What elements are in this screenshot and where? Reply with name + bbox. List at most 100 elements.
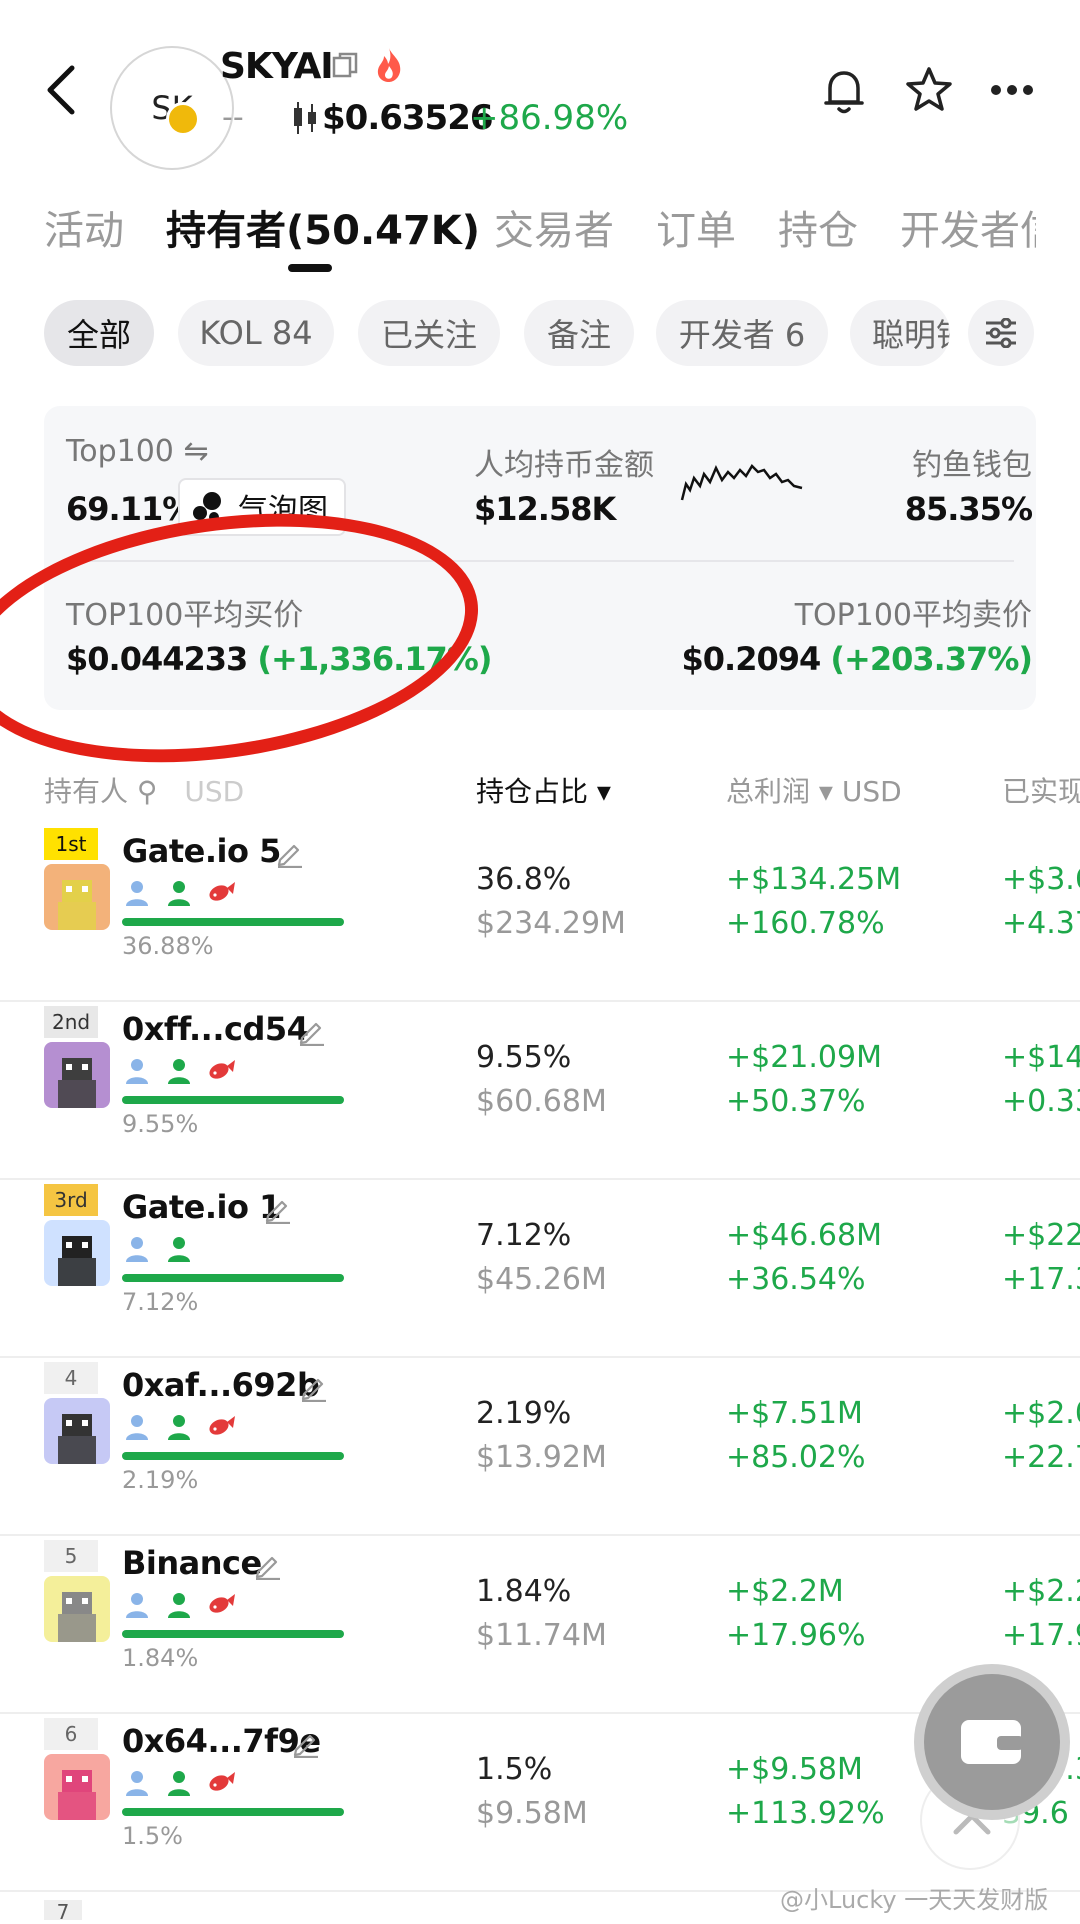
- user-green-icon: [168, 881, 190, 906]
- holder-tags: [122, 1412, 236, 1444]
- realized-profit: +$2.2: [1002, 1574, 1080, 1609]
- phishing-wallet-label: 钓鱼钱包: [912, 448, 1032, 483]
- holding-amount: $234.29M: [476, 906, 626, 941]
- total-profit-percent: +17.96%: [726, 1618, 866, 1653]
- holding-bar: [122, 1630, 344, 1638]
- usd-toggle[interactable]: USD: [184, 775, 244, 808]
- holder-name[interactable]: Binance: [122, 1544, 262, 1582]
- token-name: SKYAI: [220, 46, 334, 87]
- tab-traders[interactable]: 交易者: [494, 198, 614, 256]
- holder-row[interactable]: 5 Binance 1.84% 1.84% $11.74M +$2.2M +17…: [0, 1534, 1080, 1714]
- user-icon: [126, 1771, 148, 1796]
- holder-tags: [122, 878, 236, 910]
- holding-amount: $60.68M: [476, 1084, 607, 1119]
- user-green-icon: [168, 1593, 190, 1618]
- col-holder[interactable]: 持有人 ⚲ USD: [44, 770, 244, 810]
- holder-row[interactable]: 2nd 0xff...cd54 9.55% 9.55% $60.68M +$21…: [0, 1000, 1080, 1180]
- user-green-icon: [168, 1771, 190, 1796]
- fish-icon: [209, 1772, 235, 1791]
- col-share[interactable]: 持仓占比 ▾: [476, 770, 611, 810]
- edit-pencil-icon[interactable]: [296, 1016, 326, 1046]
- fish-icon: [209, 1060, 235, 1079]
- realized-profit-percent: +0.33: [1002, 1084, 1080, 1119]
- holder-avatar: [44, 1042, 110, 1108]
- chip-all[interactable]: 全部: [44, 300, 154, 366]
- sort-down-icon: ▾: [818, 775, 833, 808]
- holder-tags: [122, 1234, 194, 1266]
- top100-value: 69.11%: [66, 490, 194, 528]
- chip-followed[interactable]: 已关注: [358, 300, 500, 366]
- avg-hold-value: $12.58K: [474, 490, 616, 528]
- edit-pencil-icon[interactable]: [274, 838, 304, 868]
- holding-percent-sub: 7.12%: [122, 1288, 199, 1316]
- copy-icon[interactable]: [332, 52, 358, 78]
- holder-row[interactable]: 1st Gate.io 5 36.88% 36.8% $234.29M +$13…: [0, 822, 1080, 1002]
- bell-icon[interactable]: [822, 66, 866, 116]
- star-icon[interactable]: [906, 66, 952, 112]
- filter-icon[interactable]: ⚲: [137, 775, 158, 808]
- col-profit[interactable]: 总利润 ▾ USD: [726, 770, 902, 810]
- holding-share: 9.55%: [476, 1040, 572, 1075]
- more-icon[interactable]: [990, 84, 1034, 96]
- holding-percent-sub: 1.84%: [122, 1644, 199, 1672]
- price-symbol: $: [322, 98, 346, 138]
- fire-icon: [377, 48, 401, 82]
- holding-percent-sub: 1.5%: [122, 1822, 183, 1850]
- holder-row[interactable]: 4 0xaf...692b 2.19% 2.19% $13.92M +$7.51…: [0, 1356, 1080, 1536]
- tab-activity[interactable]: 活动: [44, 198, 124, 256]
- tab-orders[interactable]: 订单: [656, 198, 736, 256]
- pixel-avatar-icon: [58, 1592, 96, 1642]
- candlestick-icon: [294, 102, 316, 134]
- tab-developer[interactable]: 开发者信: [900, 198, 1036, 254]
- chip-developer[interactable]: 开发者 6: [656, 300, 828, 366]
- fish-icon: [209, 882, 235, 901]
- pixel-avatar-icon: [58, 1236, 96, 1286]
- tab-positions[interactable]: 持仓: [778, 198, 858, 256]
- total-profit-percent: +50.37%: [726, 1084, 866, 1119]
- holding-bar: [122, 1808, 344, 1816]
- edit-pencil-icon[interactable]: [262, 1194, 292, 1224]
- pixel-avatar-icon: [58, 880, 96, 930]
- holder-name[interactable]: Gate.io 1: [122, 1188, 281, 1226]
- holder-avatar: [44, 1754, 110, 1820]
- rank-badge: 3rd: [44, 1184, 98, 1216]
- holder-name[interactable]: 0xff...cd54: [122, 1010, 309, 1048]
- edit-pencil-icon[interactable]: [252, 1550, 282, 1580]
- holder-name[interactable]: 0xaf...692b: [122, 1366, 320, 1404]
- wallet-fab[interactable]: [914, 1664, 1070, 1820]
- realized-profit-percent: +17.98: [1002, 1618, 1080, 1653]
- realized-profit: +$2.0: [1002, 1396, 1080, 1431]
- realized-profit: +$22: [1002, 1218, 1080, 1253]
- user-green-icon: [168, 1059, 190, 1084]
- tab-holders[interactable]: 持有者(50.47K): [166, 198, 480, 256]
- edit-pencil-icon[interactable]: [290, 1728, 320, 1758]
- chip-smart-money[interactable]: 聪明钱: [850, 300, 950, 366]
- rank-badge: 6: [44, 1718, 98, 1750]
- back-arrow-icon[interactable]: [42, 62, 82, 118]
- realized-profit-percent: +22.7: [1002, 1440, 1080, 1475]
- total-profit: +$9.58M: [726, 1752, 863, 1787]
- col-realized[interactable]: 已实现: [1002, 770, 1080, 810]
- chip-kol[interactable]: KOL 84: [178, 300, 334, 366]
- sliders-icon: [986, 318, 1016, 348]
- filter-button[interactable]: [968, 300, 1034, 366]
- total-profit-percent: +36.54%: [726, 1262, 866, 1297]
- rank-badge: 2nd: [44, 1006, 99, 1038]
- user-icon: [126, 1059, 148, 1084]
- user-icon: [126, 1415, 148, 1440]
- realized-profit: +$142: [1002, 1040, 1080, 1075]
- holder-name[interactable]: Gate.io 5: [122, 832, 281, 870]
- user-icon: [126, 1593, 148, 1618]
- holder-tags: [122, 1768, 236, 1800]
- holder-row[interactable]: 3rd Gate.io 1 7.12% 7.12% $45.26M +$46.6…: [0, 1178, 1080, 1358]
- edit-pencil-icon[interactable]: [298, 1372, 328, 1402]
- holding-amount: $13.92M: [476, 1440, 607, 1475]
- sub-dash: --: [222, 100, 244, 135]
- swap-icon[interactable]: ⇋: [183, 434, 208, 469]
- total-profit: +$21.09M: [726, 1040, 882, 1075]
- avg-sell-value: $0.2094: [681, 640, 822, 678]
- chip-notes[interactable]: 备注: [524, 300, 634, 366]
- avg-hold-label: 人均持币金额: [474, 448, 654, 483]
- avg-sell-change: (+203.37%): [830, 640, 1033, 678]
- total-profit: +$2.2M: [726, 1574, 844, 1609]
